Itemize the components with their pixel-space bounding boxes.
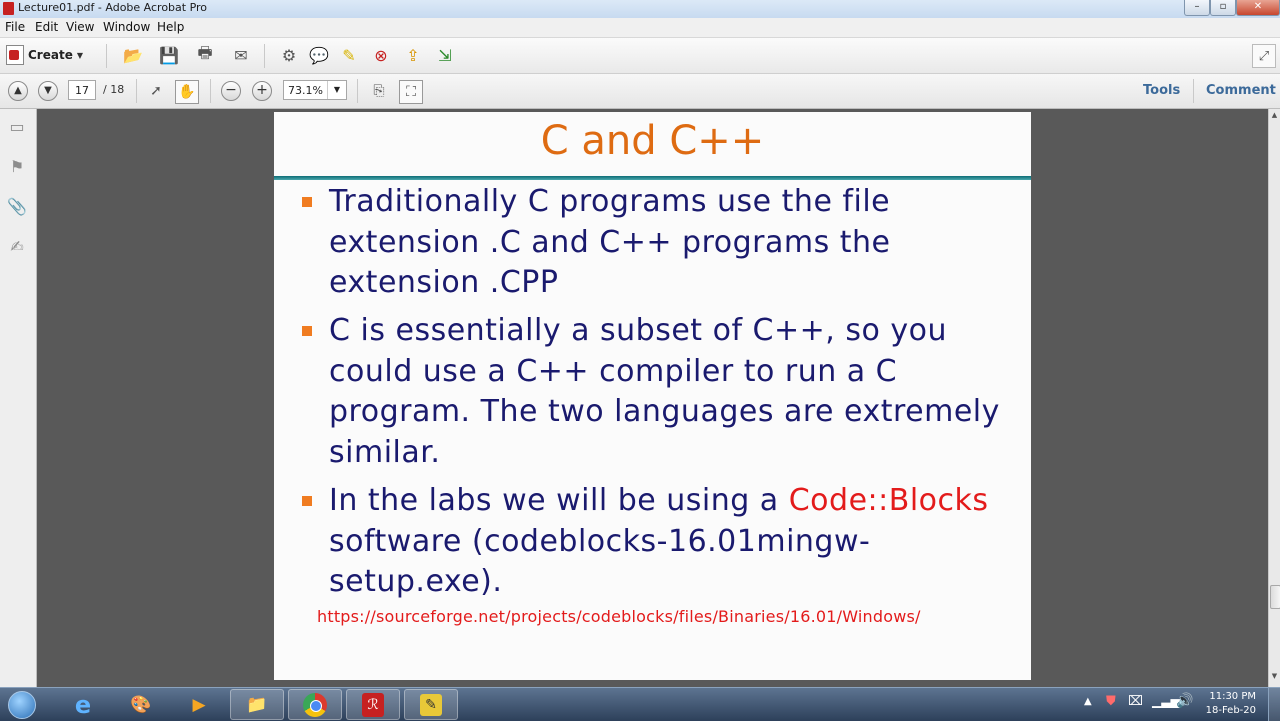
chrome-logo-icon bbox=[303, 692, 327, 717]
start-button[interactable] bbox=[0, 689, 44, 720]
scroll-up-icon[interactable]: ▲ bbox=[1270, 111, 1279, 120]
title-bar: Lecture01.pdf - Adobe Acrobat Pro – ▫ ✕ bbox=[0, 0, 1280, 19]
bullet-text-3-after: software (codeblocks-16.01mingw-setup.ex… bbox=[329, 523, 871, 600]
acrobat-logo-icon: ℛ bbox=[362, 692, 384, 717]
clock-time: 11:30 PM bbox=[1209, 691, 1256, 702]
main-toolbar: Create ▼ 📂 💾 🖶 ✉ ⚙ 💬 ✎ ⊗ ⇪ ⇲ ⤢ bbox=[0, 38, 1280, 74]
close-button[interactable]: ✕ bbox=[1236, 0, 1280, 16]
codeblocks-highlight: Code::Blocks bbox=[788, 483, 989, 518]
page-number-input[interactable]: 17 bbox=[68, 80, 96, 100]
signatures-icon[interactable]: ✍ bbox=[7, 237, 27, 257]
navigation-pane: ▭ ⚑ 📎 ✍ bbox=[0, 109, 37, 687]
toolbar-divider bbox=[1193, 79, 1194, 103]
window-title: Lecture01.pdf - Adobe Acrobat Pro bbox=[18, 1, 208, 14]
zoom-in-icon[interactable]: + bbox=[252, 81, 272, 101]
zoom-out-icon[interactable]: − bbox=[221, 81, 241, 101]
pencil-app-icon: ✎ bbox=[420, 693, 442, 716]
create-button[interactable]: Create ▼ bbox=[6, 44, 83, 66]
toolbar-divider bbox=[106, 44, 107, 68]
create-pdf-icon bbox=[6, 45, 24, 65]
previous-page-icon[interactable]: ▲ bbox=[8, 81, 28, 101]
acrobat-taskbar-icon[interactable]: ℛ bbox=[346, 689, 400, 720]
document-page: C and C++ Traditionally C programs use t… bbox=[274, 112, 1031, 680]
show-hidden-icons[interactable]: ▲ bbox=[1084, 696, 1092, 707]
menu-file[interactable]: File bbox=[5, 20, 25, 34]
expand-icon[interactable]: ⤢ bbox=[1252, 44, 1276, 68]
toolbar-divider bbox=[264, 44, 265, 68]
bookmarks-icon[interactable]: ⚑ bbox=[7, 157, 27, 177]
open-folder-icon[interactable]: 📂 bbox=[122, 44, 144, 66]
hand-tool-icon[interactable]: ✋ bbox=[175, 80, 199, 104]
highlight-icon[interactable]: ✎ bbox=[338, 44, 360, 66]
bullet-marker bbox=[302, 326, 312, 336]
zoom-value: 73.1% bbox=[288, 84, 323, 97]
toolbar-divider bbox=[210, 79, 211, 103]
file-explorer-icon[interactable]: 📁 bbox=[230, 689, 284, 720]
chrome-icon[interactable] bbox=[288, 689, 342, 720]
taskbar: e 🎨 ▶ 📁 ℛ ✎ ▲ ⛊ ⌧ ▁▃▅ 🔊 11:30 PM 18-Feb-… bbox=[0, 687, 1280, 721]
volume-icon[interactable]: 🔊 bbox=[1176, 693, 1193, 709]
slide-title: C and C++ bbox=[540, 118, 765, 164]
chevron-down-icon: ▼ bbox=[327, 81, 346, 99]
menu-bar: File Edit View Window Help bbox=[0, 18, 1280, 38]
bullet-text-2: C is essentially a subset of C++, so you… bbox=[329, 313, 1000, 470]
bullet-text-1: Traditionally C programs use the file ex… bbox=[329, 184, 891, 300]
page-count: / 18 bbox=[103, 83, 125, 96]
menu-edit[interactable]: Edit bbox=[35, 20, 58, 34]
toolbar-divider bbox=[357, 79, 358, 103]
scroll-down-icon[interactable]: ▼ bbox=[1270, 672, 1279, 681]
clock-date: 18-Feb-20 bbox=[1205, 705, 1256, 716]
menu-help[interactable]: Help bbox=[157, 20, 184, 34]
pdf-app-icon bbox=[3, 2, 14, 15]
scrollbar-thumb[interactable] bbox=[1270, 585, 1280, 609]
download-link[interactable]: https://sourceforge.net/projects/codeblo… bbox=[317, 607, 921, 626]
save-icon[interactable]: 💾 bbox=[158, 44, 180, 66]
zoom-select[interactable]: 73.1% ▼ bbox=[283, 80, 347, 100]
maximize-button[interactable]: ▫ bbox=[1210, 0, 1236, 16]
menu-window[interactable]: Window bbox=[103, 20, 150, 34]
bullet-text-3: In the labs we will be using a Code::Blo… bbox=[329, 481, 1019, 603]
menu-view[interactable]: View bbox=[66, 20, 94, 34]
device-tray-icon[interactable]: ⌧ bbox=[1128, 694, 1143, 709]
bullet-marker bbox=[302, 496, 312, 506]
vertical-scrollbar[interactable]: ▲ ▼ bbox=[1268, 109, 1280, 687]
navigation-toolbar: ▲ ▼ 17 / 18 ➚ ✋ − + 73.1% ▼ ⎘ ⛶ Tools Co… bbox=[0, 74, 1280, 109]
system-clock[interactable]: 11:30 PM 18-Feb-20 bbox=[1206, 690, 1256, 718]
comment-bubble-icon[interactable]: 💬 bbox=[308, 44, 330, 66]
paint-app-icon[interactable]: 🎨 bbox=[114, 689, 168, 720]
windows-logo-icon bbox=[8, 690, 36, 719]
minimize-button[interactable]: – bbox=[1184, 0, 1210, 16]
security-tray-icon[interactable]: ⛊ bbox=[1106, 694, 1116, 709]
full-screen-icon[interactable]: ⛶ bbox=[399, 80, 423, 104]
combine-icon[interactable]: ⇲ bbox=[434, 44, 456, 66]
title-divider bbox=[274, 176, 1031, 180]
email-icon[interactable]: ✉ bbox=[230, 44, 252, 66]
tools-pane-button[interactable]: Tools bbox=[1143, 83, 1180, 98]
media-player-icon[interactable]: ▶ bbox=[172, 689, 226, 720]
attachments-icon[interactable]: 📎 bbox=[7, 197, 27, 217]
bullet-text-3-before: In the labs we will be using a bbox=[329, 483, 789, 518]
delete-page-icon[interactable]: ⊗ bbox=[370, 44, 392, 66]
internet-explorer-icon[interactable]: e bbox=[56, 689, 110, 720]
next-page-icon[interactable]: ▼ bbox=[38, 81, 58, 101]
create-label: Create bbox=[28, 48, 73, 62]
select-cursor-icon[interactable]: ➚ bbox=[145, 80, 167, 102]
comment-pane-button[interactable]: Comment bbox=[1206, 83, 1276, 98]
gear-icon[interactable]: ⚙ bbox=[278, 44, 300, 66]
fit-page-icon[interactable]: ⎘ bbox=[368, 80, 390, 102]
toolbar-divider bbox=[136, 79, 137, 103]
show-desktop-button[interactable] bbox=[1268, 688, 1280, 721]
export-icon[interactable]: ⇪ bbox=[402, 44, 424, 66]
chevron-down-icon: ▼ bbox=[76, 50, 83, 60]
page-thumbnails-icon[interactable]: ▭ bbox=[7, 117, 27, 137]
app-taskbar-icon[interactable]: ✎ bbox=[404, 689, 458, 720]
bullet-marker bbox=[302, 197, 312, 207]
print-icon[interactable]: 🖶 bbox=[194, 43, 216, 66]
